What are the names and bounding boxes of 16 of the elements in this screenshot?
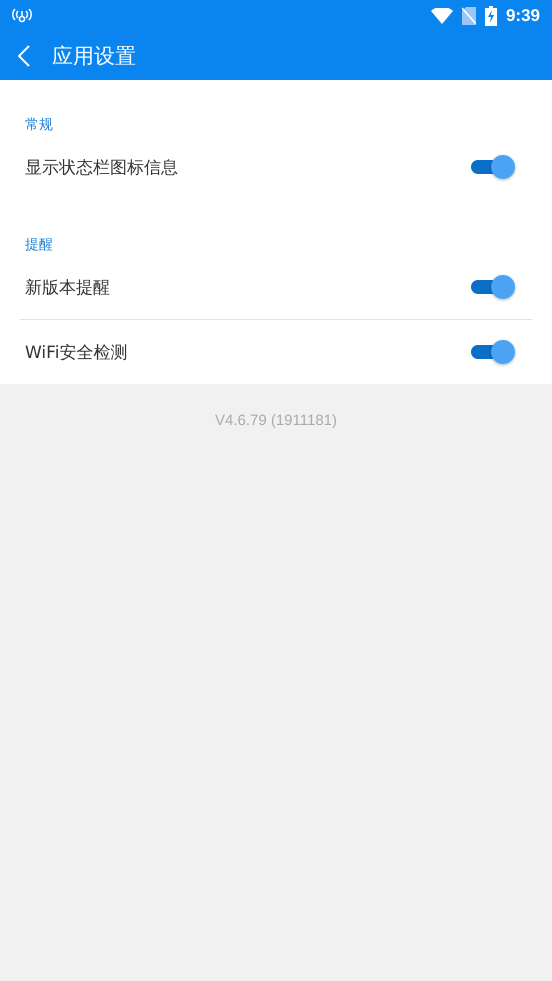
battery-charging-icon xyxy=(484,6,497,26)
toggle-switch[interactable] xyxy=(471,274,515,300)
wifi-icon xyxy=(430,8,453,24)
hotspot-icon xyxy=(12,8,32,24)
back-icon[interactable] xyxy=(18,45,30,67)
screen-title: 应用设置 xyxy=(52,43,136,70)
section-heading: 常规 xyxy=(24,116,54,135)
setting-label: 新版本提醒 xyxy=(25,276,110,298)
clock: 9:39 xyxy=(506,6,540,26)
version-text: V4.6.79 (1911181) xyxy=(214,412,338,429)
no-sim-icon xyxy=(462,7,476,25)
toggle-switch[interactable] xyxy=(471,154,515,180)
setting-label: WiFi安全检测 xyxy=(25,342,128,364)
section-heading: 提醒 xyxy=(24,236,54,255)
setting-label: 显示状态栏图标信息 xyxy=(25,156,178,178)
toggle-switch[interactable] xyxy=(471,339,515,365)
